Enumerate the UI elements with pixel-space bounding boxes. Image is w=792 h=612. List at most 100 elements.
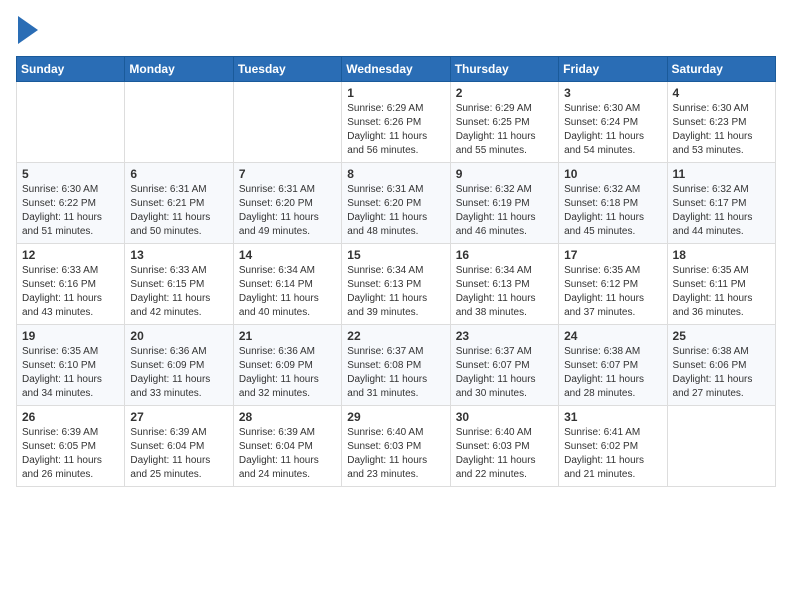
day-info: Sunrise: 6:29 AM Sunset: 6:25 PM Dayligh… — [456, 102, 553, 158]
day-info: Sunrise: 6:34 AM Sunset: 6:13 PM Dayligh… — [347, 264, 444, 320]
day-info: Sunrise: 6:29 AM Sunset: 6:26 PM Dayligh… — [347, 102, 444, 158]
calendar-day-27: 27 Sunrise: 6:39 AM Sunset: 6:04 PM Dayli… — [125, 406, 233, 487]
calendar-day-8: 8 Sunrise: 6:31 AM Sunset: 6:20 PM Daylig… — [342, 163, 450, 244]
calendar-empty-cell — [233, 82, 341, 163]
day-info: Sunrise: 6:33 AM Sunset: 6:15 PM Dayligh… — [130, 264, 227, 320]
day-info: Sunrise: 6:30 AM Sunset: 6:23 PM Dayligh… — [673, 102, 770, 158]
calendar-day-1: 1 Sunrise: 6:29 AM Sunset: 6:26 PM Daylig… — [342, 82, 450, 163]
day-number: 7 — [239, 167, 336, 181]
day-info: Sunrise: 6:39 AM Sunset: 6:04 PM Dayligh… — [130, 426, 227, 482]
calendar-day-3: 3 Sunrise: 6:30 AM Sunset: 6:24 PM Daylig… — [559, 82, 667, 163]
day-number: 17 — [564, 248, 661, 262]
calendar-empty-cell — [125, 82, 233, 163]
page-header — [16, 16, 776, 44]
day-info: Sunrise: 6:41 AM Sunset: 6:02 PM Dayligh… — [564, 426, 661, 482]
day-info: Sunrise: 6:31 AM Sunset: 6:20 PM Dayligh… — [347, 183, 444, 239]
day-number: 8 — [347, 167, 444, 181]
calendar-day-13: 13Sunrise: 6:33 AM Sunset: 6:15 PM Dayli… — [125, 244, 233, 325]
calendar-week-row: 5 Sunrise: 6:30 AM Sunset: 6:22 PM Daylig… — [17, 163, 776, 244]
logo — [16, 16, 38, 44]
day-number: 16 — [456, 248, 553, 262]
calendar-day-24: 24 Sunrise: 6:38 AM Sunset: 6:07 PM Dayli… — [559, 325, 667, 406]
calendar-week-row: 1 Sunrise: 6:29 AM Sunset: 6:26 PM Daylig… — [17, 82, 776, 163]
day-info: Sunrise: 6:36 AM Sunset: 6:09 PM Dayligh… — [130, 345, 227, 401]
day-info: Sunrise: 6:32 AM Sunset: 6:17 PM Dayligh… — [673, 183, 770, 239]
day-info: Sunrise: 6:31 AM Sunset: 6:21 PM Dayligh… — [130, 183, 227, 239]
day-number: 22 — [347, 329, 444, 343]
weekday-header-monday: Monday — [125, 57, 233, 82]
day-info: Sunrise: 6:40 AM Sunset: 6:03 PM Dayligh… — [456, 426, 553, 482]
day-number: 10 — [564, 167, 661, 181]
calendar-week-row: 12Sunrise: 6:33 AM Sunset: 6:16 PM Dayli… — [17, 244, 776, 325]
weekday-header-friday: Friday — [559, 57, 667, 82]
day-number: 21 — [239, 329, 336, 343]
calendar-day-7: 7 Sunrise: 6:31 AM Sunset: 6:20 PM Daylig… — [233, 163, 341, 244]
day-info: Sunrise: 6:30 AM Sunset: 6:22 PM Dayligh… — [22, 183, 119, 239]
weekday-header-sunday: Sunday — [17, 57, 125, 82]
calendar-day-29: 29 Sunrise: 6:40 AM Sunset: 6:03 PM Dayli… — [342, 406, 450, 487]
day-info: Sunrise: 6:38 AM Sunset: 6:06 PM Dayligh… — [673, 345, 770, 401]
weekday-header-saturday: Saturday — [667, 57, 775, 82]
calendar-day-15: 15 Sunrise: 6:34 AM Sunset: 6:13 PM Dayli… — [342, 244, 450, 325]
day-info: Sunrise: 6:30 AM Sunset: 6:24 PM Dayligh… — [564, 102, 661, 158]
calendar-empty-cell — [17, 82, 125, 163]
day-number: 9 — [456, 167, 553, 181]
calendar-day-20: 20 Sunrise: 6:36 AM Sunset: 6:09 PM Dayli… — [125, 325, 233, 406]
day-info: Sunrise: 6:38 AM Sunset: 6:07 PM Dayligh… — [564, 345, 661, 401]
calendar-day-16: 16Sunrise: 6:34 AM Sunset: 6:13 PM Dayli… — [450, 244, 558, 325]
logo-icon — [18, 16, 38, 44]
calendar-day-9: 9 Sunrise: 6:32 AM Sunset: 6:19 PM Daylig… — [450, 163, 558, 244]
day-number: 29 — [347, 410, 444, 424]
day-number: 3 — [564, 86, 661, 100]
day-info: Sunrise: 6:35 AM Sunset: 6:12 PM Dayligh… — [564, 264, 661, 320]
calendar-day-5: 5 Sunrise: 6:30 AM Sunset: 6:22 PM Daylig… — [17, 163, 125, 244]
day-number: 14 — [239, 248, 336, 262]
day-number: 5 — [22, 167, 119, 181]
calendar-empty-cell — [667, 406, 775, 487]
day-number: 18 — [673, 248, 770, 262]
weekday-header-row: SundayMondayTuesdayWednesdayThursdayFrid… — [17, 57, 776, 82]
calendar-day-17: 17 Sunrise: 6:35 AM Sunset: 6:12 PM Dayli… — [559, 244, 667, 325]
day-info: Sunrise: 6:33 AM Sunset: 6:16 PM Dayligh… — [22, 264, 119, 320]
calendar-day-31: 31 Sunrise: 6:41 AM Sunset: 6:02 PM Dayli… — [559, 406, 667, 487]
day-number: 6 — [130, 167, 227, 181]
day-info: Sunrise: 6:39 AM Sunset: 6:04 PM Dayligh… — [239, 426, 336, 482]
calendar-day-4: 4 Sunrise: 6:30 AM Sunset: 6:23 PM Daylig… — [667, 82, 775, 163]
day-info: Sunrise: 6:36 AM Sunset: 6:09 PM Dayligh… — [239, 345, 336, 401]
calendar-day-6: 6 Sunrise: 6:31 AM Sunset: 6:21 PM Daylig… — [125, 163, 233, 244]
calendar-day-10: 10 Sunrise: 6:32 AM Sunset: 6:18 PM Dayli… — [559, 163, 667, 244]
calendar-day-30: 30 Sunrise: 6:40 AM Sunset: 6:03 PM Dayli… — [450, 406, 558, 487]
calendar-day-22: 22 Sunrise: 6:37 AM Sunset: 6:08 PM Dayli… — [342, 325, 450, 406]
weekday-header-thursday: Thursday — [450, 57, 558, 82]
day-number: 19 — [22, 329, 119, 343]
calendar-day-12: 12Sunrise: 6:33 AM Sunset: 6:16 PM Dayli… — [17, 244, 125, 325]
calendar-day-18: 18 Sunrise: 6:35 AM Sunset: 6:11 PM Dayli… — [667, 244, 775, 325]
calendar-day-21: 21 Sunrise: 6:36 AM Sunset: 6:09 PM Dayli… — [233, 325, 341, 406]
weekday-header-wednesday: Wednesday — [342, 57, 450, 82]
day-number: 4 — [673, 86, 770, 100]
day-number: 1 — [347, 86, 444, 100]
day-number: 27 — [130, 410, 227, 424]
calendar-day-11: 11 Sunrise: 6:32 AM Sunset: 6:17 PM Dayli… — [667, 163, 775, 244]
day-info: Sunrise: 6:32 AM Sunset: 6:19 PM Dayligh… — [456, 183, 553, 239]
day-info: Sunrise: 6:34 AM Sunset: 6:14 PM Dayligh… — [239, 264, 336, 320]
day-number: 31 — [564, 410, 661, 424]
day-info: Sunrise: 6:35 AM Sunset: 6:11 PM Dayligh… — [673, 264, 770, 320]
day-number: 24 — [564, 329, 661, 343]
day-info: Sunrise: 6:31 AM Sunset: 6:20 PM Dayligh… — [239, 183, 336, 239]
day-number: 11 — [673, 167, 770, 181]
day-number: 20 — [130, 329, 227, 343]
calendar-day-25: 25Sunrise: 6:38 AM Sunset: 6:06 PM Dayli… — [667, 325, 775, 406]
day-number: 2 — [456, 86, 553, 100]
day-info: Sunrise: 6:39 AM Sunset: 6:05 PM Dayligh… — [22, 426, 119, 482]
day-info: Sunrise: 6:35 AM Sunset: 6:10 PM Dayligh… — [22, 345, 119, 401]
day-number: 15 — [347, 248, 444, 262]
day-number: 28 — [239, 410, 336, 424]
day-number: 30 — [456, 410, 553, 424]
calendar-week-row: 19 Sunrise: 6:35 AM Sunset: 6:10 PM Dayli… — [17, 325, 776, 406]
day-info: Sunrise: 6:37 AM Sunset: 6:08 PM Dayligh… — [347, 345, 444, 401]
calendar-week-row: 26Sunrise: 6:39 AM Sunset: 6:05 PM Dayli… — [17, 406, 776, 487]
day-info: Sunrise: 6:40 AM Sunset: 6:03 PM Dayligh… — [347, 426, 444, 482]
calendar-table: SundayMondayTuesdayWednesdayThursdayFrid… — [16, 56, 776, 487]
day-info: Sunrise: 6:32 AM Sunset: 6:18 PM Dayligh… — [564, 183, 661, 239]
